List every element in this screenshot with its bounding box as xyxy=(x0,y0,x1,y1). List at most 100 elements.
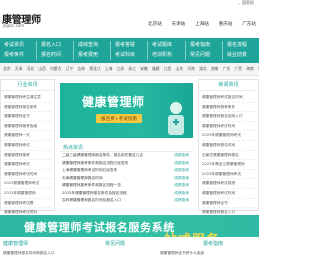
hot-news-item[interactable]: 二级三级健康管理师报名条件，报名前先看这几点 成绩查询 xyxy=(62,152,191,160)
promo-banner[interactable]: 健康管理师 报名费+考试指南 xyxy=(60,83,193,138)
nav-item-guide[interactable]: 报考指南 xyxy=(190,43,222,48)
province-link[interactable]: 内蒙古 xyxy=(50,66,61,72)
province-link[interactable]: 天津 xyxy=(15,66,23,72)
hot-news-item[interactable]: 健康管理师报考条件和报名流程已经发布 成绩查询 xyxy=(62,160,191,168)
province-link[interactable]: 浙江 xyxy=(128,66,136,72)
province-link[interactable]: 上海 xyxy=(105,66,113,72)
city-link-tianjin[interactable]: 天津站 xyxy=(172,21,186,27)
list-item[interactable]: 健康管理师考试成绩 xyxy=(202,179,255,189)
hot-news-item[interactable]: 健康管理师报考条件和报名流程一览 成绩查询 xyxy=(62,182,191,190)
province-link[interactable]: 广西 xyxy=(234,66,242,72)
exam-service-banner[interactable]: 健康管理师考试报名服务系统 一站式服务 xyxy=(0,215,259,237)
list-item[interactable]: 健康管理师考试时间 xyxy=(4,170,51,180)
panel-title: 新闻资讯 xyxy=(199,80,258,91)
city-link-guangdong[interactable]: 广东站 xyxy=(242,21,256,27)
hot-news-item-category[interactable]: 成绩查询 xyxy=(174,167,189,175)
nav-item-fees[interactable]: 报考费用 xyxy=(78,53,110,58)
hot-news-item-category[interactable]: 成绩查询 xyxy=(174,182,189,190)
hot-news-item[interactable]: 上海健康管理师考试时间已经发布 成绩查询 xyxy=(62,167,191,175)
hot-news-list: 二级三级健康管理师报名条件，报名前先看这几点 成绩查询 健康管理师报考条件和报名流程… xyxy=(60,152,193,205)
hot-news-item-category[interactable]: 成绩查询 xyxy=(174,160,189,168)
province-link[interactable]: 北京 xyxy=(3,66,11,72)
province-link[interactable]: 辽宁 xyxy=(66,66,74,72)
hot-news-item-title: 上海健康管理师考试时间已经发布 xyxy=(62,168,118,172)
list-item[interactable]: 2023年黑龙江健康管理师 xyxy=(202,160,255,170)
nav-item-question-bank[interactable]: 考试题库 xyxy=(152,43,185,48)
province-link[interactable]: 湖南 xyxy=(211,66,219,72)
nav-item-register-entry[interactable]: 报名入口 xyxy=(41,43,73,48)
list-item[interactable]: 健康管理师考试 xyxy=(4,141,51,151)
list-item[interactable]: 健康管理师报考 xyxy=(4,151,51,161)
hot-news-item-title: 二级三级健康管理师报名条件，报名前先看这几点 xyxy=(62,153,144,157)
province-link[interactable]: 河南 xyxy=(187,66,195,72)
section-tab-right[interactable]: 报考指南 xyxy=(203,240,223,247)
main-nav: 考试资讯 报考条件 报名入口 报名时间 成绩查询 报考费用 报考答疑 考试科目 … xyxy=(0,38,259,63)
nav-item-score-query[interactable]: 成绩查询 xyxy=(78,43,110,48)
province-link[interactable]: 山东 xyxy=(176,66,184,72)
city-link-shanghai[interactable]: 上海站 xyxy=(195,21,209,27)
section-tabs: 健康管理师 常见问题 报考指南 xyxy=(0,238,259,248)
hot-news-item[interactable]: 天津健康管理师报名时间 成绩查询 xyxy=(62,175,191,183)
list-item[interactable]: 健康管理师考试 xyxy=(4,160,51,170)
province-link[interactable]: 安徽 xyxy=(140,66,148,72)
province-link[interactable]: 江苏 xyxy=(117,66,125,72)
list-item[interactable]: 健康管理师考试报名时间 xyxy=(202,93,255,103)
list-item[interactable]: 健康管理师证书有什么用途 xyxy=(160,251,204,256)
list-item[interactable]: 健康管理师证书 xyxy=(4,112,51,122)
hot-news-item-title: 吉林健康管理师报名时间及报名入口 xyxy=(62,198,121,202)
list-item[interactable]: 健康管理师证书 xyxy=(202,199,255,209)
province-links: 北京 天津 河北 山西 内蒙古 辽宁 吉林 黑龙江 上海 江苏 浙江 安徽 福建 江西 山东 河南 湖北 湖南 广东… xyxy=(0,63,259,76)
nav-item-training[interactable]: 培训机构 xyxy=(152,53,185,58)
industry-news-list: 健康管理师考生请注意 健康管理师报名条件 健康管理师证书 健康管理师报考指南 健康管理师… xyxy=(1,91,54,218)
province-link[interactable]: 海南 xyxy=(246,66,254,72)
site-domain: jkglsc.com xyxy=(3,23,25,28)
hot-news-item-category[interactable]: 成绩查询 xyxy=(174,175,189,183)
list-item[interactable]: 健康管理师考试时间 xyxy=(202,189,255,199)
hot-news-item-title: 健康管理师报考条件和报名流程一览 xyxy=(62,183,121,187)
nav-item-register-time[interactable]: 报名时间 xyxy=(41,53,73,58)
list-item[interactable]: 健康管理师报考指南 xyxy=(4,122,51,132)
province-link[interactable]: 福建 xyxy=(152,66,160,72)
province-link[interactable]: 湖北 xyxy=(199,66,207,72)
list-item[interactable]: 石家庄健康管理师报名 xyxy=(202,151,255,161)
list-item[interactable]: 健康管理师报名时间和报名入口 xyxy=(3,251,55,256)
list-item[interactable]: 健康管理师一天 xyxy=(4,131,51,141)
industry-news-panel: 行业资讯 健康管理师考生请注意 健康管理师报名条件 健康管理师证书 健康管理师报考指南… xyxy=(0,79,55,218)
province-link[interactable]: 重庆 xyxy=(258,66,259,72)
city-link-beijing[interactable]: 北京站 xyxy=(148,21,162,27)
province-link[interactable]: 江西 xyxy=(164,66,172,72)
list-item[interactable]: 健康管理师报名时间 xyxy=(202,141,255,151)
nav-item-subjects[interactable]: 考试科目 xyxy=(115,53,147,58)
list-item[interactable]: 健康管理师考试费 xyxy=(4,199,51,209)
nav-item-exam-news[interactable]: 考试资讯 xyxy=(4,43,36,48)
list-item[interactable]: 健康管理师报考条件 xyxy=(202,103,255,113)
list-item[interactable]: 2023年健康管理师 xyxy=(4,189,51,199)
list-item[interactable]: 健康管理师考生请注意 xyxy=(4,93,51,103)
hot-news-item[interactable]: 2023年健康管理师报名条件及报名流程 成绩查询 xyxy=(62,190,191,198)
list-item[interactable]: 2023年健康管理师考试 xyxy=(202,131,255,141)
section-tab-left[interactable]: 健康管理师 xyxy=(3,240,28,247)
city-link-chongqing[interactable]: 重庆站 xyxy=(219,21,233,27)
province-link[interactable]: 河北 xyxy=(27,66,35,72)
hot-news-item-category[interactable]: 成绩查询 xyxy=(174,152,189,160)
list-item[interactable]: 健康管理师报名官网入口 xyxy=(202,112,255,122)
nav-item-requirements[interactable]: 报考条件 xyxy=(4,53,36,58)
list-item[interactable]: 健康管理师报名条件 xyxy=(4,103,51,113)
list-item[interactable]: 健康管理师考试时间 xyxy=(202,122,255,132)
hot-news-item[interactable]: 吉林健康管理师报名时间及报名入口 成绩查询 xyxy=(62,197,191,205)
nav-item-career[interactable]: 就业前景 xyxy=(227,53,259,58)
province-link[interactable]: 黑龙江 xyxy=(89,66,100,72)
list-item[interactable]: 2023健康管理师考试 xyxy=(4,179,51,189)
province-link[interactable]: 山西 xyxy=(38,66,46,72)
province-link[interactable]: 吉林 xyxy=(77,66,85,72)
hot-news-item-category[interactable]: 成绩查询 xyxy=(174,190,189,198)
hot-news-item-category[interactable]: 成绩查询 xyxy=(174,197,189,205)
news-panel: 新闻资讯 健康管理师考试报名时间 健康管理师报考条件 健康管理师报名官网入口 健康管理… xyxy=(198,79,259,218)
province-link[interactable]: 广东 xyxy=(223,66,231,72)
banner-title: 健康管理师 xyxy=(82,95,145,109)
list-item[interactable]: 2023年健康管理师考试 xyxy=(202,170,255,180)
section-tab-middle[interactable]: 常见问题 xyxy=(105,240,125,247)
nav-item-faq-answers[interactable]: 报考答疑 xyxy=(115,43,147,48)
nav-item-common-questions[interactable]: 常见问题 xyxy=(190,53,222,58)
nav-item-process[interactable]: 报名流程 xyxy=(227,43,259,48)
